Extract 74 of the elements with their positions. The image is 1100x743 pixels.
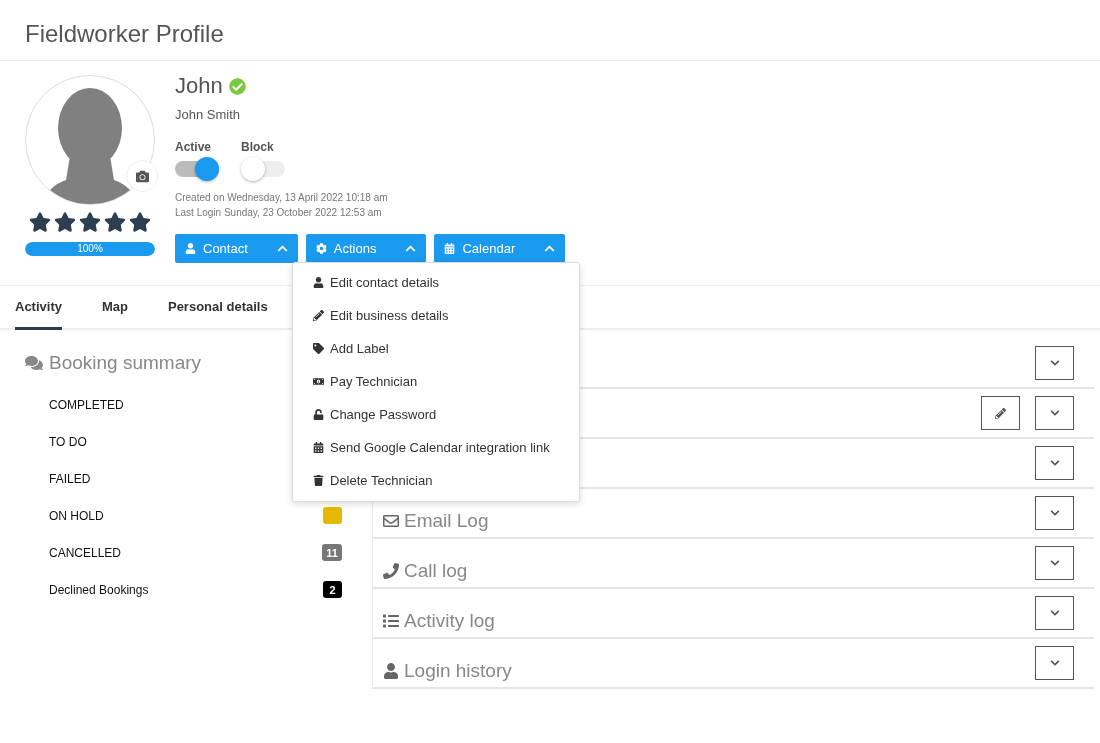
menu-item[interactable]: Add Label	[330, 341, 389, 356]
panel-title: Email Log	[404, 510, 489, 532]
caret-icon	[405, 243, 417, 254]
first-name: John	[175, 73, 223, 99]
chevron-down-icon	[1049, 658, 1060, 668]
panel-title: Login history	[404, 660, 512, 682]
tab[interactable]: Personal details	[167, 286, 268, 330]
panel-title: Call log	[404, 560, 468, 582]
expand-button[interactable]	[1035, 446, 1074, 480]
calendar-icon	[313, 442, 324, 453]
pencil-icon	[313, 310, 324, 321]
toggle-switch[interactable]	[241, 156, 285, 182]
envelope-icon	[383, 513, 399, 529]
toggle-switch[interactable]	[175, 156, 219, 182]
menu-item[interactable]: Change Password	[330, 407, 437, 422]
caret-icon	[544, 243, 556, 254]
chevron-down-icon	[1049, 458, 1060, 468]
count-badge: 2	[323, 581, 342, 598]
progress-label: 100%	[77, 243, 103, 254]
menu-item[interactable]: Send Google Calendar integration link	[330, 440, 550, 455]
page-title: Fieldworker Profile	[25, 20, 225, 48]
created-date: Created on Wednesday, 13 April 2022 10:18 am	[175, 191, 389, 205]
user-icon	[313, 277, 324, 288]
user-icon	[383, 663, 399, 679]
status-label: COMPLETED	[49, 397, 124, 412]
phone-icon	[383, 563, 399, 579]
user-icon	[185, 243, 196, 254]
expand-button[interactable]	[1035, 346, 1074, 380]
star-icon	[129, 211, 151, 233]
expand-button[interactable]	[1035, 396, 1074, 430]
chevron-down-icon	[1049, 558, 1060, 568]
trash-icon	[313, 475, 324, 486]
chevron-down-icon	[1049, 608, 1060, 618]
tab[interactable]: Map	[101, 286, 128, 330]
panel-title: Activity log	[404, 610, 495, 632]
expand-button[interactable]	[1035, 646, 1074, 680]
status-label: Declined Bookings	[49, 582, 149, 597]
menu-item[interactable]: Edit business details	[330, 308, 449, 323]
count-badge: 11	[322, 544, 342, 561]
camera-button[interactable]	[126, 160, 158, 192]
star-icon	[79, 211, 101, 233]
expand-button[interactable]	[1035, 496, 1074, 530]
tab[interactable]: Activity	[15, 286, 62, 330]
camera-icon	[135, 169, 149, 183]
status-label: FAILED	[49, 471, 91, 486]
full-name: John Smith	[175, 107, 242, 122]
banknote-icon	[313, 376, 324, 387]
star-icon	[54, 211, 76, 233]
status-label: CANCELLED	[49, 545, 122, 560]
chevron-down-icon	[1049, 408, 1060, 418]
calendar-icon	[444, 243, 456, 254]
edit-button[interactable]	[981, 396, 1020, 430]
pencil-icon	[995, 407, 1006, 419]
menu-item[interactable]: Delete Technician	[330, 473, 433, 488]
chevron-down-icon	[1049, 358, 1060, 368]
star-icon	[104, 211, 126, 233]
expand-button[interactable]	[1035, 596, 1074, 630]
unlocked-padlock-icon	[313, 409, 324, 420]
list-icon	[383, 613, 399, 629]
tag-icon	[313, 343, 324, 354]
status-label: TO DO	[49, 434, 87, 449]
switch-label: Active	[175, 140, 213, 154]
menu-item[interactable]: Pay Technician	[330, 374, 418, 389]
section-title: Booking summary	[49, 352, 202, 374]
switch-label: Block	[241, 140, 275, 154]
gear-icon	[315, 243, 327, 254]
status-label: ON HOLD	[49, 508, 104, 523]
expand-button[interactable]	[1035, 546, 1074, 580]
chevron-down-icon	[1049, 508, 1060, 518]
speech-bubbles-icon	[25, 354, 43, 372]
menu-item[interactable]: Edit contact details	[330, 275, 440, 290]
caret-icon	[276, 243, 288, 254]
star-icon	[29, 211, 51, 233]
last-login: Last Login Sunday, 23 October 2022 12:53 am	[175, 206, 383, 220]
